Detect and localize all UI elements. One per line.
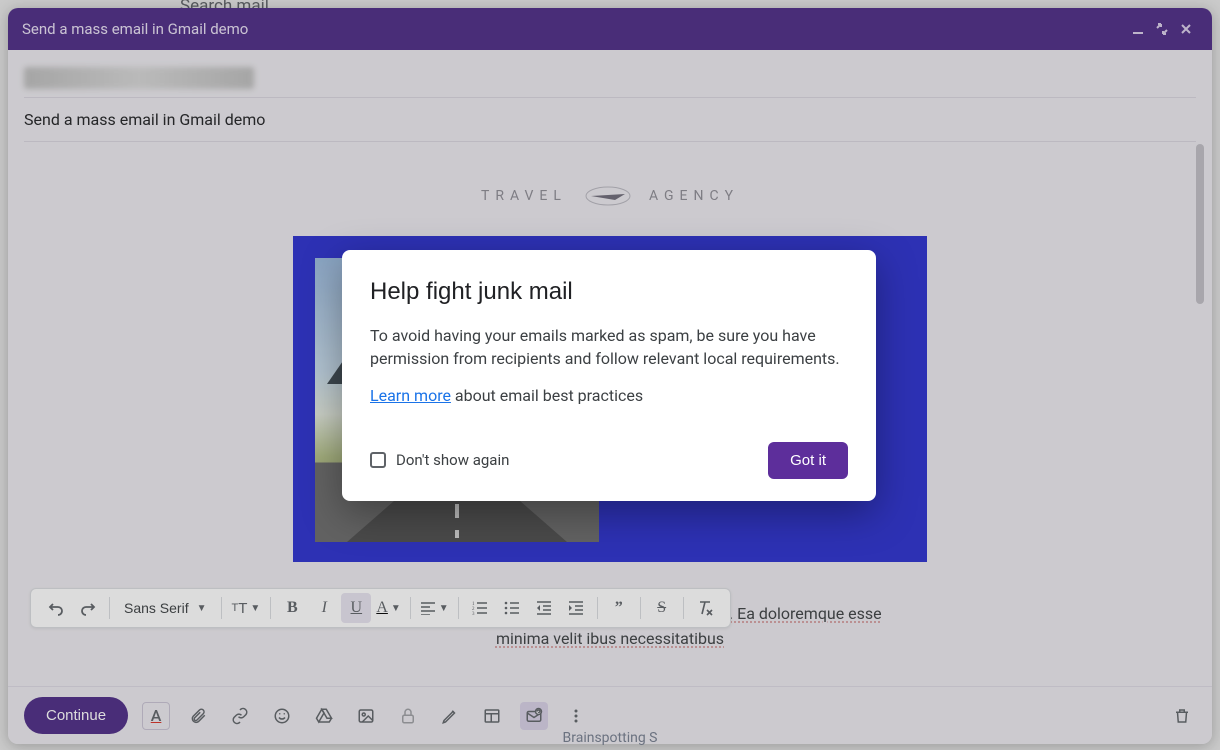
- redo-icon: [80, 600, 96, 616]
- link-icon: [231, 707, 249, 725]
- close-icon: [1180, 23, 1192, 35]
- checkbox-box: [370, 452, 386, 468]
- toolbar-separator: [683, 597, 684, 619]
- chevron-down-icon: ▼: [439, 603, 449, 614]
- layout-select-button[interactable]: [478, 702, 506, 730]
- recipients-redacted: [24, 67, 254, 89]
- checkbox-label: Don't show again: [396, 451, 509, 469]
- chevron-down-icon: ▼: [250, 603, 260, 614]
- subject-text: Send a mass email in Gmail demo: [24, 110, 265, 129]
- indent-more-icon: [568, 601, 584, 615]
- attach-file-button[interactable]: [184, 702, 212, 730]
- toolbar-separator: [597, 597, 598, 619]
- learn-more-suffix: about email best practices: [451, 386, 643, 405]
- undo-icon: [48, 600, 64, 616]
- text-format-toggle[interactable]: A: [142, 702, 170, 730]
- strikethrough-button[interactable]: S: [647, 593, 677, 623]
- insert-photo-button[interactable]: [352, 702, 380, 730]
- mail-merge-icon: [525, 707, 543, 725]
- paperclip-icon: [189, 707, 207, 725]
- font-size-button[interactable]: TT▼: [228, 593, 265, 623]
- compose-titlebar: Send a mass email in Gmail demo: [8, 8, 1212, 50]
- remove-formatting-button[interactable]: [690, 593, 720, 623]
- redo-button[interactable]: [73, 593, 103, 623]
- kebab-icon: [568, 708, 584, 724]
- got-it-button[interactable]: Got it: [768, 442, 848, 479]
- indent-more-button[interactable]: [561, 593, 591, 623]
- svg-text:3: 3: [472, 612, 475, 615]
- close-button[interactable]: [1174, 17, 1198, 41]
- modal-learn-more-line: Learn more about email best practices: [370, 384, 848, 407]
- toolbar-separator: [221, 597, 222, 619]
- formatting-toolbar: Sans Serif ▼ TT▼ B I U A▼ ▼ 123 ” S: [30, 588, 731, 628]
- numbered-list-button[interactable]: 123: [465, 593, 495, 623]
- confidential-mode-button[interactable]: [394, 702, 422, 730]
- minimize-icon: [1132, 23, 1144, 35]
- bg-footer-snippet: Brainspotting S: [0, 730, 1220, 750]
- pen-icon: [441, 707, 459, 725]
- indent-less-icon: [536, 601, 552, 615]
- indent-less-button[interactable]: [529, 593, 559, 623]
- bullet-list-icon: [504, 601, 520, 615]
- toolbar-separator: [640, 597, 641, 619]
- toolbar-separator: [458, 597, 459, 619]
- lock-clock-icon: [399, 707, 417, 725]
- modal-body-text: To avoid having your emails marked as sp…: [370, 324, 848, 370]
- layout-icon: [483, 707, 501, 725]
- italic-button[interactable]: I: [309, 593, 339, 623]
- mail-merge-button[interactable]: [520, 702, 548, 730]
- modal-title: Help fight junk mail: [370, 278, 848, 306]
- insert-drive-button[interactable]: [310, 702, 338, 730]
- template-logo: TRAVEL AGENCY: [8, 184, 1212, 208]
- toolbar-separator: [410, 597, 411, 619]
- continue-button[interactable]: Continue: [24, 697, 128, 734]
- bold-button[interactable]: B: [277, 593, 307, 623]
- underline-button[interactable]: U: [341, 593, 371, 623]
- chevron-down-icon: ▼: [197, 603, 207, 614]
- font-select[interactable]: Sans Serif ▼: [116, 600, 215, 616]
- chevron-down-icon: ▼: [391, 603, 401, 614]
- undo-button[interactable]: [41, 593, 71, 623]
- font-select-label: Sans Serif: [124, 600, 189, 616]
- bullet-list-button[interactable]: [497, 593, 527, 623]
- emoji-icon: [273, 707, 291, 725]
- discard-draft-button[interactable]: [1168, 702, 1196, 730]
- trash-icon: [1173, 707, 1191, 725]
- recipients-row[interactable]: [24, 58, 1196, 98]
- junk-mail-modal: Help fight junk mail To avoid having you…: [342, 250, 876, 501]
- insert-link-button[interactable]: [226, 702, 254, 730]
- collapse-icon: [1155, 22, 1169, 36]
- minimize-button[interactable]: [1126, 17, 1150, 41]
- plane-icon: [585, 184, 631, 208]
- quote-button[interactable]: ”: [604, 593, 634, 623]
- toolbar-separator: [109, 597, 110, 619]
- toolbar-separator: [270, 597, 271, 619]
- numbered-list-icon: 123: [472, 601, 488, 615]
- logo-left-text: TRAVEL: [481, 188, 567, 204]
- insert-signature-button[interactable]: [436, 702, 464, 730]
- logo-right-text: AGENCY: [649, 188, 739, 204]
- compose-header-rows: Send a mass email in Gmail demo: [8, 50, 1212, 142]
- text-color-button[interactable]: A▼: [373, 593, 403, 623]
- collapse-button[interactable]: [1150, 17, 1174, 41]
- more-options-button[interactable]: [562, 702, 590, 730]
- insert-emoji-button[interactable]: [268, 702, 296, 730]
- dont-show-again-checkbox[interactable]: Don't show again: [370, 451, 509, 469]
- image-icon: [357, 707, 375, 725]
- align-left-icon: [420, 601, 436, 615]
- subject-row[interactable]: Send a mass email in Gmail demo: [24, 98, 1196, 142]
- drive-icon: [315, 707, 333, 725]
- learn-more-link[interactable]: Learn more: [370, 386, 451, 405]
- compose-titlebar-text: Send a mass email in Gmail demo: [22, 20, 248, 38]
- align-button[interactable]: ▼: [417, 593, 452, 623]
- scrollbar-thumb[interactable]: [1196, 144, 1204, 304]
- remove-format-icon: [696, 600, 714, 616]
